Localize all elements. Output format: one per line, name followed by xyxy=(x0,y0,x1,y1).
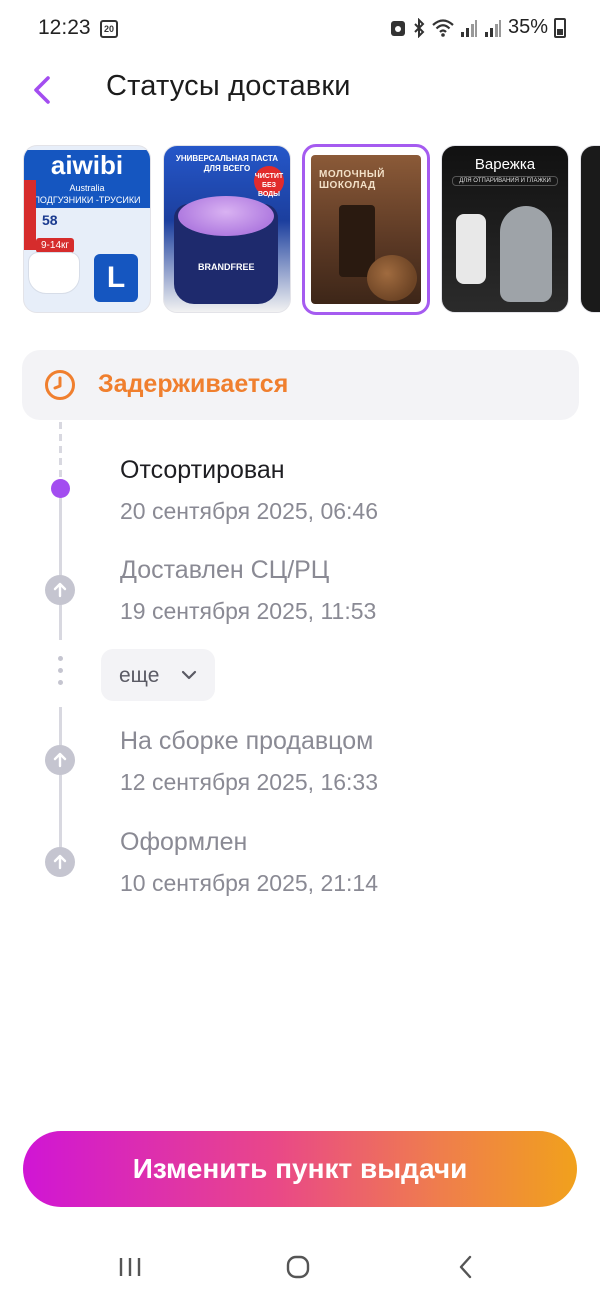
timeline-dashed-line xyxy=(59,422,62,482)
show-more-label: еще xyxy=(119,664,160,687)
event-date: 19 сентября 2025, 11:53 xyxy=(120,598,377,624)
screenshot-icon xyxy=(390,18,406,38)
nav-back-button[interactable] xyxy=(436,1250,496,1284)
product-thumb-partial[interactable] xyxy=(580,145,600,313)
signal-icon-1 xyxy=(460,18,478,38)
bluetooth-icon xyxy=(412,17,426,38)
beans-image xyxy=(367,255,417,301)
product-thumb-chocolate[interactable]: МОЛОЧНЫЙ ШОКОЛАД xyxy=(302,144,430,315)
timeline-line xyxy=(59,707,62,862)
status-bar: 12:23 20 35% xyxy=(0,0,600,58)
product-brand: BRANDFREE xyxy=(198,262,255,272)
system-nav-bar xyxy=(0,1236,600,1299)
arrow-up-icon xyxy=(53,582,67,598)
product-count: 58 xyxy=(42,212,58,228)
home-icon xyxy=(286,1255,310,1279)
product-title: МОЛОЧНЫЙ ШОКОЛАД xyxy=(319,169,385,191)
product-subtitle: ДЛЯ ОТПАРИВАНИЯ И ГЛАЖКИ xyxy=(452,176,558,186)
timeline-line xyxy=(59,490,62,640)
product-origin: Australia xyxy=(69,183,105,193)
steamer-image xyxy=(456,214,486,284)
arrow-up-icon xyxy=(53,854,67,870)
event-title: На сборке продавцом xyxy=(120,727,374,755)
recents-icon xyxy=(119,1258,141,1276)
product-title: Варежка xyxy=(474,156,536,173)
recents-button[interactable] xyxy=(100,1250,160,1284)
calendar-icon: 20 xyxy=(100,20,118,38)
event-date: 20 сентября 2025, 06:46 xyxy=(120,498,379,524)
event-title: Оформлен xyxy=(120,828,248,856)
delivery-status-card: Задерживается xyxy=(22,350,579,420)
product-thumb-paste[interactable]: УНИВЕРСАЛЬНАЯ ПАСТА ДЛЯ ВСЕГО ЧИСТИТ БЕЗ… xyxy=(163,145,291,313)
change-pickup-label: Изменить пункт выдачи xyxy=(132,1153,468,1184)
brand-logo: aiwibi xyxy=(24,150,150,180)
wifi-icon xyxy=(432,18,454,38)
change-pickup-button[interactable]: Изменить пункт выдачи xyxy=(23,1131,577,1207)
delivery-timeline: Отсортирован 20 сентября 2025, 06:46 Дос… xyxy=(0,420,600,920)
back-icon xyxy=(459,1255,472,1279)
diaper-image xyxy=(28,252,80,294)
show-more-button[interactable]: еще xyxy=(101,649,215,701)
paste-image xyxy=(178,196,274,236)
chevron-down-icon xyxy=(181,670,197,680)
arrow-up-icon xyxy=(53,752,67,768)
battery-percent: 35% xyxy=(507,16,548,38)
product-line: ПОДГУЗНИКИ -ТРУСИКИ xyxy=(33,195,141,205)
timeline-dot-active xyxy=(51,479,70,498)
home-button[interactable] xyxy=(268,1250,328,1284)
product-thumb-glove[interactable]: Варежка ДЛЯ ОТПАРИВАНИЯ И ГЛАЖКИ xyxy=(441,145,569,313)
product-weight: 9-14кг xyxy=(36,238,75,253)
glove-image xyxy=(500,206,552,302)
event-title: Доставлен СЦ/РЦ xyxy=(120,556,330,584)
status-icons: 35% xyxy=(390,16,566,39)
clock-icon xyxy=(45,370,75,400)
timeline-more-dots xyxy=(57,656,63,692)
page-title: Статусы доставки xyxy=(106,70,351,102)
product-badge: ЧИСТИТ БЕЗ ВОДЫ xyxy=(254,166,284,198)
event-title: Отсортирован xyxy=(120,456,285,484)
product-thumb-diapers[interactable]: aiwibi Australia ПОДГУЗНИКИ -ТРУСИКИ 58 … xyxy=(23,145,151,313)
timeline-dot xyxy=(45,745,75,775)
header: Статусы доставки xyxy=(0,60,600,116)
timeline-dot xyxy=(45,575,75,605)
signal-icon-2 xyxy=(484,18,502,38)
chocolate-image: МОЛОЧНЫЙ ШОКОЛАД xyxy=(311,155,421,304)
status-time: 12:23 xyxy=(38,16,91,39)
timeline-dot xyxy=(45,847,75,877)
event-date: 12 сентября 2025, 16:33 xyxy=(120,769,379,795)
mega-pack-strip xyxy=(24,180,36,250)
product-subtitle: Australia ПОДГУЗНИКИ -ТРУСИКИ xyxy=(24,180,150,208)
chevron-left-icon xyxy=(34,76,50,104)
product-strip[interactable]: aiwibi Australia ПОДГУЗНИКИ -ТРУСИКИ 58 … xyxy=(0,142,600,316)
battery-icon xyxy=(554,17,566,38)
delivery-status-label: Задерживается xyxy=(98,370,289,398)
back-button[interactable] xyxy=(22,66,62,110)
product-size: L xyxy=(94,254,138,302)
event-date: 10 сентября 2025, 21:14 xyxy=(120,870,379,896)
